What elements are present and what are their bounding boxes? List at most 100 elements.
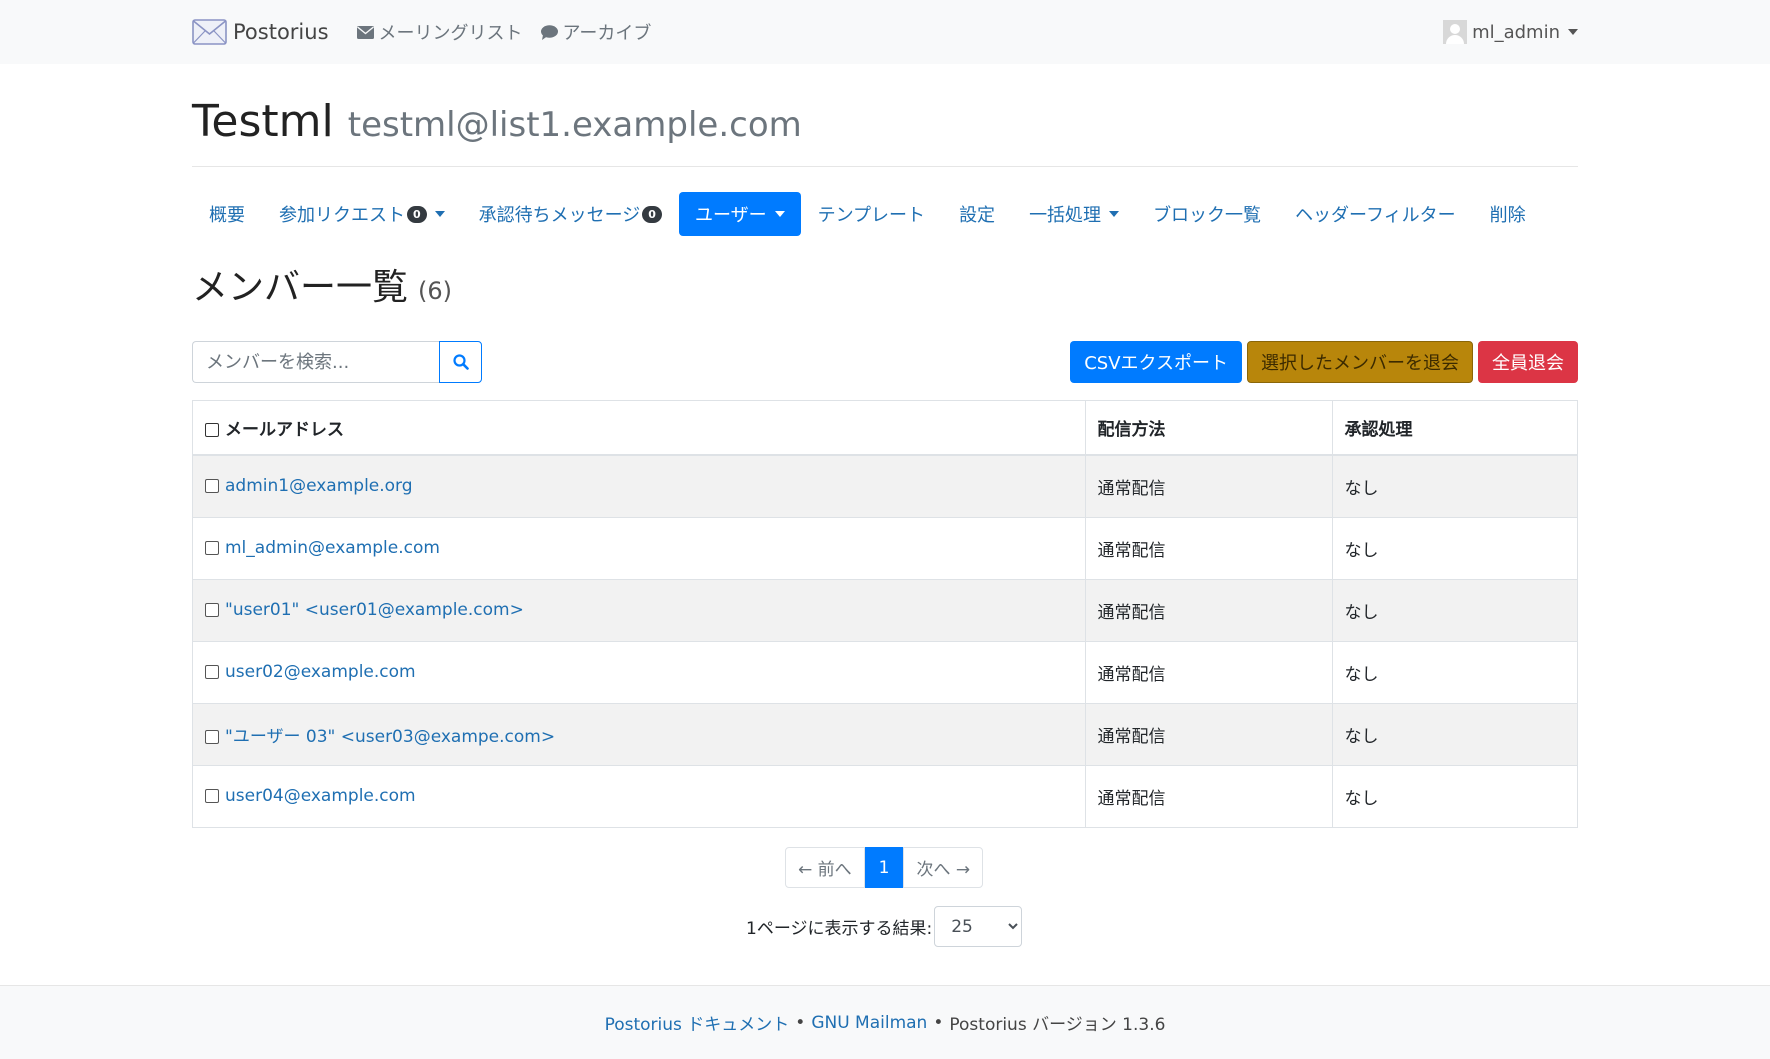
tab-subscription-requests[interactable]: 参加リクエスト 0 <box>262 192 462 236</box>
tab-settings[interactable]: 設定 <box>942 192 1012 236</box>
tab-label: ヘッダーフィルター <box>1295 205 1456 226</box>
postorius-logo-icon <box>192 19 227 45</box>
pagination: ← 前へ 1 次へ → <box>785 847 984 888</box>
chevron-down-icon <box>1109 211 1120 217</box>
nav-mailing-lists[interactable]: メーリングリスト <box>356 19 523 45</box>
list-name: Testml <box>192 96 334 147</box>
tab-held-messages[interactable]: 承認待ちメッセージ 0 <box>462 192 679 236</box>
tab-label: 承認待ちメッセージ <box>478 205 641 226</box>
tab-ban-list[interactable]: ブロック一覧 <box>1136 192 1278 236</box>
member-toolbar: CSVエクスポート 選択したメンバーを退会 全員退会 <box>192 341 1578 383</box>
username: ml_admin <box>1472 21 1560 43</box>
member-email-link[interactable]: user02@example.com <box>225 662 416 682</box>
member-email-link[interactable]: admin1@example.org <box>225 476 413 496</box>
per-page-select[interactable]: 25 <box>934 906 1023 947</box>
row-checkbox[interactable] <box>205 603 219 617</box>
docs-link[interactable]: Postorius ドキュメント <box>605 1010 790 1035</box>
tab-header-filters[interactable]: ヘッダーフィルター <box>1278 192 1473 236</box>
comment-icon <box>540 24 558 40</box>
current-page-button[interactable]: 1 <box>864 847 904 888</box>
tab-label: 一括処理 <box>1029 205 1102 226</box>
per-page-control: 1ページに表示する結果: 25 <box>746 906 1023 947</box>
tab-label: テンプレート <box>817 205 926 226</box>
header-email: メールアドレス <box>193 401 1085 456</box>
table-row: admin1@example.org 通常配信 なし <box>193 454 1577 517</box>
member-email-link[interactable]: ml_admin@example.com <box>225 538 440 558</box>
chevron-down-icon <box>774 211 785 217</box>
tab-label: 設定 <box>959 205 996 226</box>
envelope-icon <box>356 25 374 39</box>
member-count: (6) <box>418 277 453 305</box>
delivery-cell: 通常配信 <box>1084 516 1332 579</box>
list-address: testml@list1.example.com <box>347 104 802 145</box>
member-email-link[interactable]: user04@example.com <box>225 786 416 806</box>
search-icon <box>452 354 469 370</box>
delivery-cell: 通常配信 <box>1084 702 1332 765</box>
row-checkbox[interactable] <box>205 479 219 494</box>
moderation-cell: なし <box>1331 516 1577 579</box>
table-row: "user01" <user01@example.com> 通常配信 なし <box>193 578 1577 641</box>
nav-archives-label: アーカイブ <box>562 23 652 44</box>
action-buttons: CSVエクスポート 選択したメンバーを退会 全員退会 <box>1065 341 1578 383</box>
delivery-cell: 通常配信 <box>1084 578 1332 641</box>
next-page-button[interactable]: 次へ → <box>903 847 984 888</box>
delivery-cell: 通常配信 <box>1084 640 1332 703</box>
count-badge: 0 <box>407 205 427 223</box>
select-all-checkbox[interactable] <box>205 423 219 437</box>
chevron-down-icon <box>434 211 445 217</box>
delivery-cell: 通常配信 <box>1084 454 1332 517</box>
tab-templates[interactable]: テンプレート <box>801 192 942 236</box>
unsubscribe-selected-button[interactable]: 選択したメンバーを退会 <box>1247 341 1473 383</box>
count-badge: 0 <box>642 205 662 223</box>
prev-page-button[interactable]: ← 前へ <box>785 847 865 888</box>
delivery-cell: 通常配信 <box>1084 764 1332 827</box>
moderation-cell: なし <box>1331 640 1577 703</box>
footer-separator: • <box>795 1012 806 1033</box>
avatar <box>1443 20 1468 44</box>
table-row: ml_admin@example.com 通常配信 なし <box>193 516 1577 579</box>
moderation-cell: なし <box>1331 764 1577 827</box>
page-title-row: メンバー一覧 (6) <box>192 258 1578 308</box>
tab-summary[interactable]: 概要 <box>192 192 262 236</box>
tab-users[interactable]: ユーザー <box>678 192 801 236</box>
table-row: user02@example.com 通常配信 なし <box>193 640 1577 703</box>
row-checkbox[interactable] <box>205 541 219 555</box>
search-button[interactable] <box>439 341 482 383</box>
table-row: user04@example.com 通常配信 なし <box>193 764 1577 827</box>
moderation-cell: なし <box>1331 702 1577 765</box>
row-checkbox[interactable] <box>205 729 219 744</box>
tab-delete[interactable]: 削除 <box>1473 192 1543 236</box>
tab-label: ブロック一覧 <box>1153 205 1262 226</box>
brand-name: Postorius <box>233 20 329 44</box>
table-row: "ユーザー 03" <user03@exampe.com> 通常配信 なし <box>193 702 1577 765</box>
footer-separator: • <box>933 1012 944 1033</box>
unsubscribe-all-button[interactable]: 全員退会 <box>1478 341 1578 383</box>
list-nav-tabs: 概要 参加リクエスト 0 承認待ちメッセージ 0 ユーザー テンプレート 設定 … <box>192 192 1578 236</box>
tab-label: 概要 <box>209 205 245 226</box>
search-input[interactable] <box>192 341 439 383</box>
member-email-link[interactable]: "user01" <user01@example.com> <box>225 600 524 620</box>
user-menu-dropdown[interactable]: ml_admin <box>1443 20 1578 44</box>
nav-mailing-lists-label: メーリングリスト <box>378 23 523 44</box>
nav-archives[interactable]: アーカイブ <box>540 19 652 45</box>
tab-label: 削除 <box>1489 205 1526 226</box>
row-checkbox[interactable] <box>205 665 219 679</box>
tab-mass-operations[interactable]: 一括処理 <box>1012 192 1136 236</box>
tab-label: ユーザー <box>694 205 767 226</box>
member-email-link[interactable]: "ユーザー 03" <user03@exampe.com> <box>225 727 555 747</box>
row-checkbox[interactable] <box>205 789 219 804</box>
header-delivery: 配信方法 <box>1084 401 1332 456</box>
table-header-row: メールアドレス 配信方法 承認処理 <box>193 401 1577 456</box>
gnu-mailman-link[interactable]: GNU Mailman <box>811 1013 927 1033</box>
version-text: Postorius バージョン 1.3.6 <box>949 1015 1166 1035</box>
moderation-cell: なし <box>1331 578 1577 641</box>
brand-link[interactable]: Postorius <box>192 17 329 47</box>
chevron-down-icon <box>1568 29 1578 35</box>
moderation-cell: なし <box>1331 454 1577 517</box>
header-email-label: メールアドレス <box>225 420 344 440</box>
page-title: メンバー一覧 <box>192 267 409 308</box>
csv-export-button[interactable]: CSVエクスポート <box>1070 341 1242 383</box>
top-navbar: Postorius メーリングリスト アーカイブ ml_admin <box>0 0 1770 64</box>
tab-label: 参加リクエスト <box>279 205 405 226</box>
members-table: メールアドレス 配信方法 承認処理 admin1@example.org 通常配… <box>192 400 1578 828</box>
